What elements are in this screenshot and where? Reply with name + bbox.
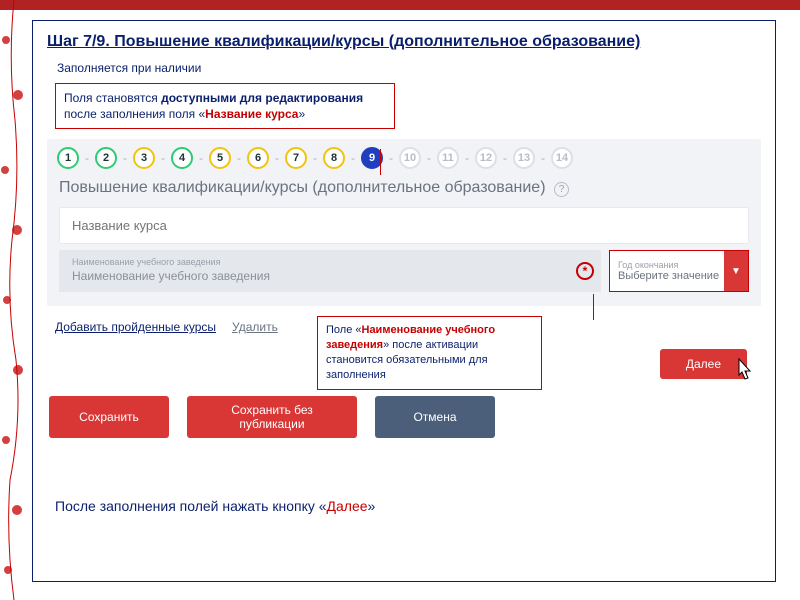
- callout-required-field: Поле «Наименование учебного заведения» п…: [317, 316, 542, 389]
- save-draft-button[interactable]: Сохранить без публикации: [187, 396, 357, 438]
- step-5[interactable]: 5: [209, 147, 231, 169]
- step-3[interactable]: 3: [133, 147, 155, 169]
- step-13: 13: [513, 147, 535, 169]
- section-title: Повышение квалификации/курсы (дополнител…: [53, 179, 755, 201]
- step-separator: -: [161, 151, 165, 165]
- step-separator: -: [465, 151, 469, 165]
- step-2[interactable]: 2: [95, 147, 117, 169]
- year-value: Выберите значение: [618, 270, 724, 282]
- page-title: Шаг 7/9. Повышение квалификации/курсы (д…: [47, 33, 761, 51]
- year-label: Год окончания: [618, 260, 724, 270]
- step-separator: -: [123, 151, 127, 165]
- step-separator: -: [351, 151, 355, 165]
- institution-label: Наименование учебного заведения: [72, 257, 570, 267]
- save-button[interactable]: Сохранить: [49, 396, 169, 438]
- bottom-prefix: После заполнения полей нажать кнопку «: [55, 498, 327, 514]
- institution-field[interactable]: Наименование учебного заведения Наименов…: [59, 250, 601, 292]
- step-7[interactable]: 7: [285, 147, 307, 169]
- callout-bold-2: Название курса: [205, 107, 298, 121]
- callout-mid: после заполнения поля «: [64, 107, 205, 121]
- callout-text: Поля становятся: [64, 91, 161, 105]
- step-1[interactable]: 1: [57, 147, 79, 169]
- institution-value: Наименование учебного заведения: [72, 269, 570, 283]
- step-separator: -: [85, 151, 89, 165]
- step-12: 12: [475, 147, 497, 169]
- required-asterisk-icon: *: [576, 262, 594, 280]
- course-name-input[interactable]: [60, 208, 748, 243]
- add-courses-link[interactable]: Добавить пройденные курсы: [55, 320, 216, 334]
- main-panel: Шаг 7/9. Повышение квалификации/курсы (д…: [32, 20, 776, 582]
- bottom-instruction: После заполнения полей нажать кнопку «Да…: [55, 498, 761, 514]
- callout-fields-editable: Поля становятся доступными для редактиро…: [55, 83, 395, 129]
- step-separator: -: [427, 151, 431, 165]
- step-separator: -: [199, 151, 203, 165]
- bottom-bold: Далее: [327, 498, 368, 514]
- bottom-suffix: »: [368, 498, 376, 514]
- section-title-text: Повышение квалификации/курсы (дополнител…: [59, 179, 546, 196]
- help-icon[interactable]: ?: [554, 182, 569, 197]
- course-name-card: [59, 207, 749, 244]
- step-indicator: 1-2-3-4-5-6-7-8-9-10-11-12-13-14: [53, 147, 755, 179]
- delete-link[interactable]: Удалить: [232, 320, 278, 334]
- step-4[interactable]: 4: [171, 147, 193, 169]
- next-button[interactable]: Далее: [660, 349, 747, 379]
- step-8[interactable]: 8: [323, 147, 345, 169]
- step-separator: -: [541, 151, 545, 165]
- floral-decoration: [0, 0, 24, 600]
- stepper-container: 1-2-3-4-5-6-7-8-9-10-11-12-13-14 Повышен…: [47, 139, 761, 306]
- cancel-button[interactable]: Отмена: [375, 396, 495, 438]
- callout2-prefix: Поле «: [326, 324, 362, 336]
- step-separator: -: [389, 151, 393, 165]
- action-button-row: Сохранить Сохранить без публикации Отмен…: [49, 396, 761, 438]
- chevron-down-icon: ▼: [724, 251, 748, 291]
- step-separator: -: [237, 151, 241, 165]
- step-11: 11: [437, 147, 459, 169]
- connector-line: [593, 294, 594, 320]
- step-14: 14: [551, 147, 573, 169]
- graduation-year-select[interactable]: Год окончания Выберите значение ▼: [609, 250, 749, 292]
- callout-bold-1: доступными для редактирования: [161, 91, 363, 105]
- sub-note: Заполняется при наличии: [57, 61, 761, 75]
- top-red-bar: [0, 0, 800, 10]
- step-separator: -: [503, 151, 507, 165]
- callout-suffix: »: [298, 107, 305, 121]
- connector-line: [380, 149, 381, 175]
- step-separator: -: [275, 151, 279, 165]
- step-6[interactable]: 6: [247, 147, 269, 169]
- step-10: 10: [399, 147, 421, 169]
- step-separator: -: [313, 151, 317, 165]
